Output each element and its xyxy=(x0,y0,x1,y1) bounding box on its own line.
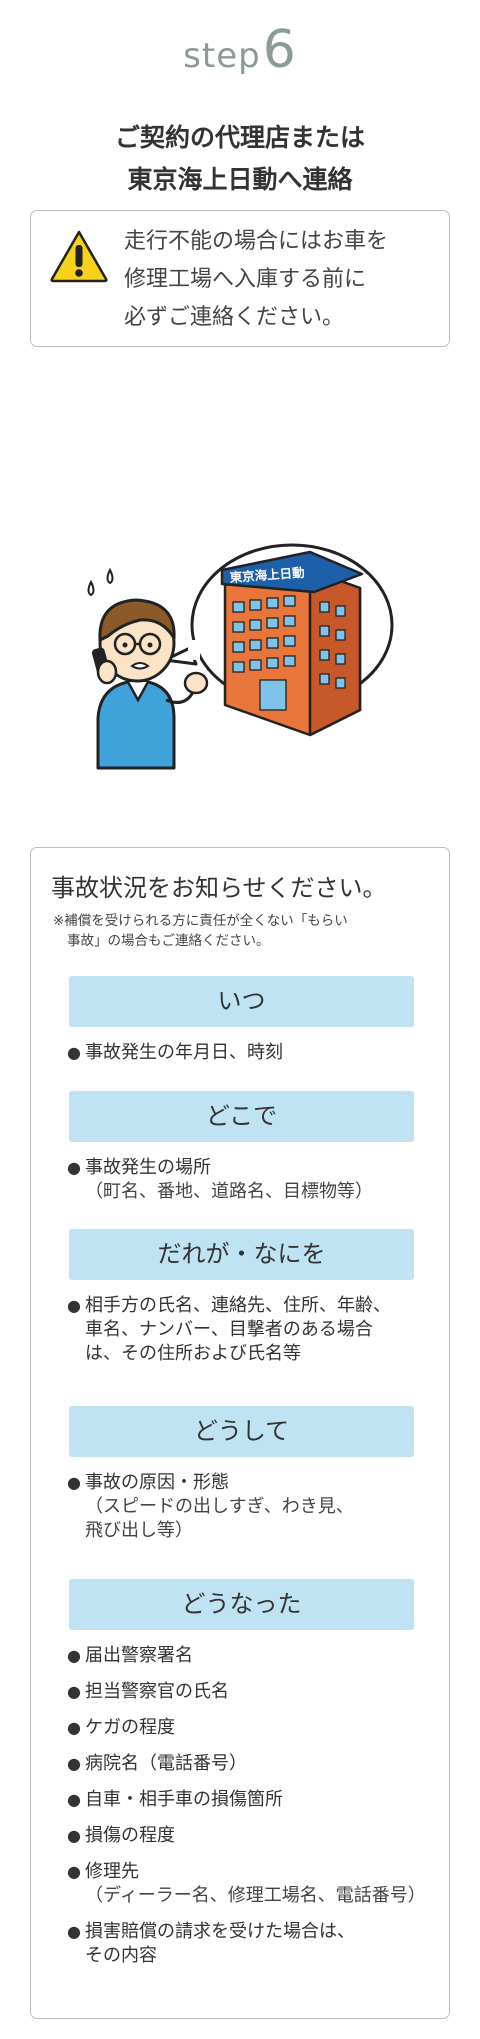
title-line-2: 東京海上日動へ連絡 xyxy=(127,165,353,194)
warning-box: 走行不能の場合にはお車を 修理工場へ入庫する前に 必ずご連絡ください。 xyxy=(30,210,450,347)
step-word: step xyxy=(183,36,261,76)
section-heading-when: いつ xyxy=(69,976,414,1027)
title-line-1: ご契約の代理店または xyxy=(114,123,365,152)
info-note-line-1: ※補償を受けられる方に責任が全くない「もらい xyxy=(53,913,348,929)
list-item: ● 担当警察官の氏名 xyxy=(67,1681,229,1702)
sweat-drops xyxy=(87,567,114,597)
list-item: ● 事故の原因・形態 （スピードの出しすぎ、わき見、 飛び出し等） xyxy=(67,1472,354,1541)
list-item: ● 自車・相手車の損傷箇所 xyxy=(67,1789,283,1810)
person-on-phone xyxy=(91,598,209,770)
warning-text: 走行不能の場合にはお車を 修理工場へ入庫する前に 必ずご連絡ください。 xyxy=(124,223,444,337)
page-title: ご契約の代理店または 東京海上日動へ連絡 xyxy=(0,117,480,201)
section-items-why: ● 事故の原因・形態 （スピードの出しすぎ、わき見、 飛び出し等） xyxy=(67,1471,437,1543)
list-item: ● 損傷の程度 xyxy=(67,1825,175,1846)
info-note-line-2: 事故」の場合もご連絡ください。 xyxy=(67,933,270,949)
warning-line-1: 走行不能の場合にはお車を xyxy=(124,229,389,254)
list-item: ● 損害賠償の請求を受けた場合は、 その内容 xyxy=(67,1921,355,1966)
list-item: ● 届出警察署名 xyxy=(67,1645,193,1666)
warning-icon xyxy=(50,230,108,283)
list-item: ● 修理先 （ディーラー名、修理工場名、電話番号） xyxy=(67,1861,426,1906)
accident-info-box: 事故状況をお知らせください。 ※補償を受けられる方に責任が全くない「もらい 事故… xyxy=(30,847,450,2019)
step-number: 6 xyxy=(262,20,297,80)
section-heading-who-what: だれが・なにを xyxy=(69,1229,414,1280)
step-indicator: step6 xyxy=(0,20,480,80)
list-item: ● 事故発生の年月日、時刻 xyxy=(67,1042,283,1063)
section-heading-where: どこで xyxy=(69,1091,414,1142)
list-item: ● 相手方の氏名、連絡先、住所、年齢、 車名、ナンバー、目撃者のある場合 は、その住所… xyxy=(67,1295,391,1364)
list-item: ● 病院名（電話番号） xyxy=(67,1753,247,1774)
list-item: ● ケガの程度 xyxy=(67,1717,175,1738)
building-icon: 東京海上日動 xyxy=(220,550,364,737)
section-items-who-what: ● 相手方の氏名、連絡先、住所、年齢、 車名、ナンバー、目撃者のある場合 は、その住所… xyxy=(67,1294,437,1366)
warning-line-2: 修理工場へ入庫する前に xyxy=(124,267,367,292)
list-item: ● 事故発生の場所 （町名、番地、道路名、目標物等） xyxy=(67,1157,373,1202)
section-items-where: ● 事故発生の場所 （町名、番地、道路名、目標物等） xyxy=(67,1156,437,1204)
info-note: ※補償を受けられる方に責任が全くない「もらい 事故」の場合もご連絡ください。 xyxy=(53,911,438,951)
section-heading-result: どうなった xyxy=(69,1579,414,1630)
section-items-when: ● 事故発生の年月日、時刻 xyxy=(67,1041,437,1065)
info-title: 事故状況をお知らせください。 xyxy=(51,874,387,902)
warning-line-3: 必ずご連絡ください。 xyxy=(124,305,345,330)
phone-call-illustration: 東京海上日動 xyxy=(87,543,394,770)
section-items-result: ● 届出警察署名 ● 担当警察官の氏名 ● ケガの程度 ● 病院名（電話番号） ● 自車・… xyxy=(67,1644,437,1968)
section-heading-why: どうして xyxy=(69,1406,414,1457)
